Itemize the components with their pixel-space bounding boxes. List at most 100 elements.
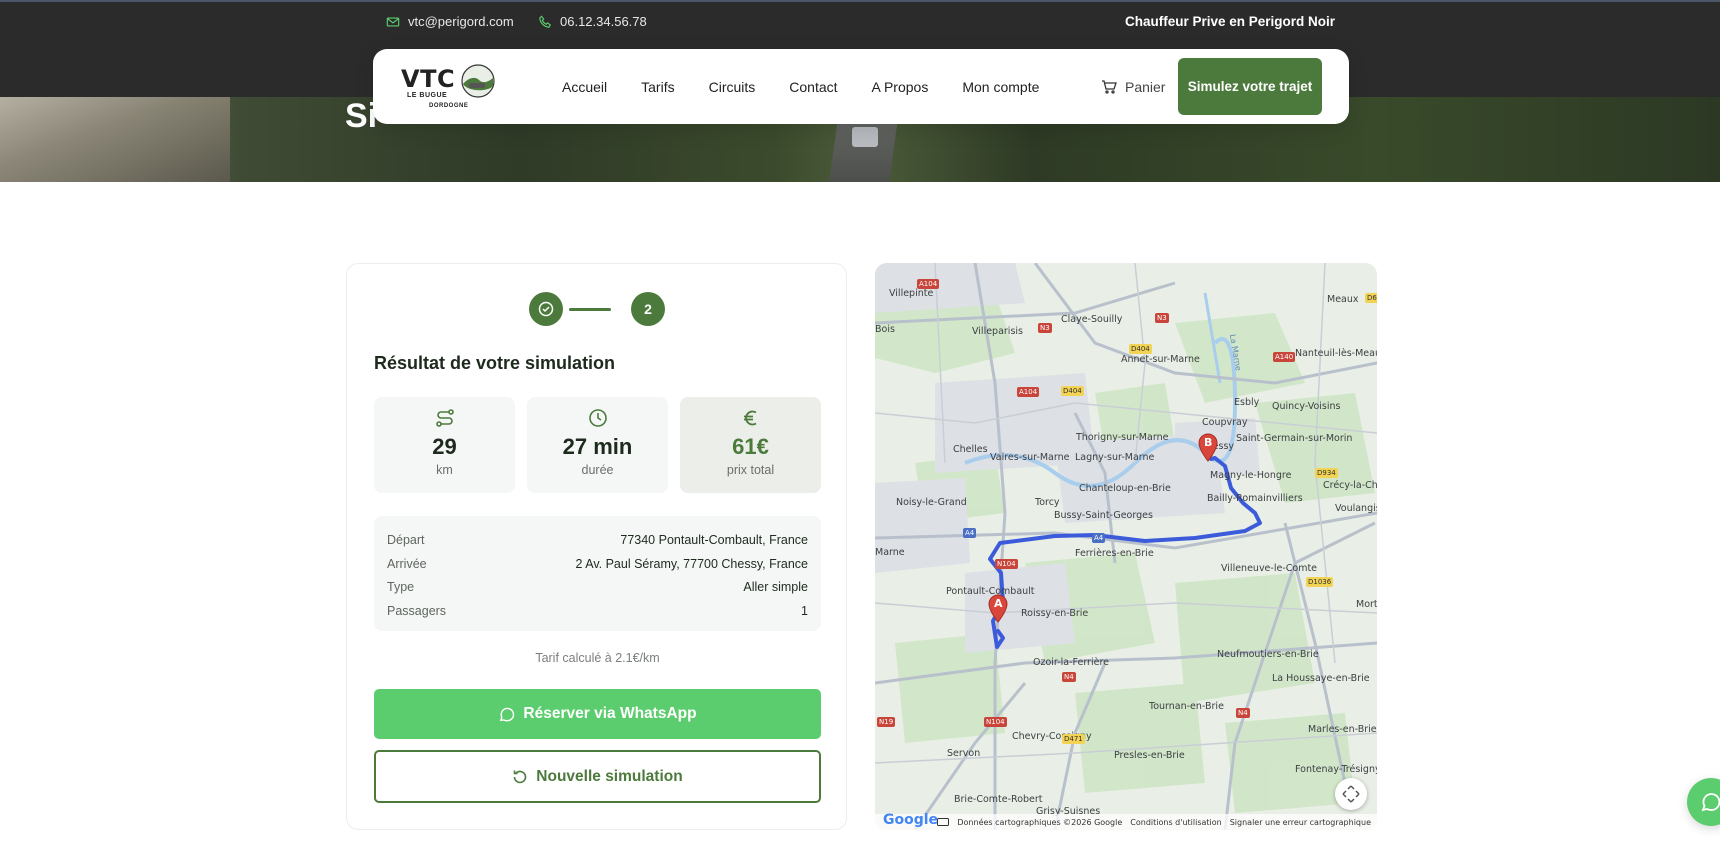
phone-text: 06.12.34.56.78 xyxy=(560,14,647,29)
map-label: Brie-Comte-Robert xyxy=(954,794,1043,805)
map-recenter-button[interactable] xyxy=(1335,778,1367,810)
road-tag: N3 xyxy=(1038,323,1052,333)
chat-button[interactable] xyxy=(1687,778,1720,826)
check-circle-icon xyxy=(538,301,554,317)
map-label: Lagny-sur-Marne xyxy=(1075,452,1155,463)
map-label: Roissy-en-Brie xyxy=(1021,608,1089,619)
road-tag: D6 xyxy=(1365,293,1377,303)
map-label: Vaires-sur-Marne xyxy=(990,452,1070,463)
map-label: Nanteuil-lès-Meaux xyxy=(1295,348,1377,359)
map-label: Ferrières-en-Brie xyxy=(1075,548,1154,559)
result-title: Résultat de votre simulation xyxy=(374,353,616,373)
map-label: Claye-Souilly xyxy=(1061,314,1123,325)
step-2-current: 2 xyxy=(631,292,665,326)
map-label: Tournan-en-Brie xyxy=(1149,701,1224,712)
map-label: Esbly xyxy=(1234,397,1260,408)
detail-value: 1 xyxy=(801,603,808,618)
logo-text: VTC xyxy=(401,65,456,93)
map-label: Presles-en-Brie xyxy=(1114,750,1185,761)
distance-value: 29 xyxy=(432,434,457,459)
road-tag: A4 xyxy=(1092,533,1106,543)
map-label: Quincy-Voisins xyxy=(1272,401,1341,412)
stats-row: 29 km 27 min durée 61€ prix total xyxy=(374,397,821,493)
road-tag: D934 xyxy=(1315,468,1338,478)
road-tag: N4 xyxy=(1236,708,1250,718)
road-tag: A140 xyxy=(1273,352,1296,362)
nav-item-circuits[interactable]: Circuits xyxy=(709,79,756,95)
map-label: La Houssaye-en-Brie xyxy=(1272,673,1370,684)
duration-unit: durée xyxy=(581,463,614,477)
detail-key: Départ xyxy=(387,532,425,547)
road-tag: N19 xyxy=(877,717,896,727)
mail-icon xyxy=(386,16,400,27)
stat-distance: 29 km xyxy=(374,397,515,493)
cart-link[interactable]: Panier xyxy=(1101,49,1165,124)
price-value: 61€ xyxy=(732,434,769,459)
map-label: Chelles xyxy=(953,444,988,455)
detail-key: Passagers xyxy=(387,603,447,618)
road-tag: D1036 xyxy=(1306,577,1334,587)
duration-value: 27 min xyxy=(562,434,633,459)
step-indicator: 2 xyxy=(529,292,665,328)
map-report-link[interactable]: Signaler une erreur cartographique xyxy=(1230,818,1371,827)
road-tag: A104 xyxy=(917,279,940,289)
map-label: Magny-le-Hongre xyxy=(1210,470,1292,481)
detail-value: Aller simple xyxy=(743,580,808,595)
nav-item-a-propos[interactable]: A Propos xyxy=(872,79,929,95)
phone-icon xyxy=(539,14,551,28)
price-unit: prix total xyxy=(726,463,775,477)
detail-row-arrivee: Arrivée 2 Av. Paul Séramy, 77700 Chessy, … xyxy=(387,552,808,576)
keyboard-icon[interactable] xyxy=(937,818,950,826)
map-label: Bussy-Saint-Georges xyxy=(1054,510,1153,521)
email-contact[interactable]: vtc@perigord.com xyxy=(386,14,514,29)
detail-row-passagers: Passagers 1 xyxy=(387,599,808,623)
map-label: Chanteloup-en-Brie xyxy=(1079,483,1171,494)
whatsapp-book-button[interactable]: Réserver via WhatsApp xyxy=(374,689,821,739)
road-tag: A104 xyxy=(1017,387,1040,397)
map-label: Annet-sur-Marne xyxy=(1121,354,1200,365)
map-label: Neufmoutiers-en-Brie xyxy=(1217,649,1319,660)
map-label: Ozoir-la-Ferrière xyxy=(1033,657,1109,668)
marker-a-label: A xyxy=(994,597,1003,610)
simulate-trip-button[interactable]: Simulez votre trajet xyxy=(1178,58,1322,115)
nav-item-mon-compte[interactable]: Mon compte xyxy=(962,79,1039,95)
route-map[interactable]: Villepinte Claye-Souilly Meaux Villepari… xyxy=(875,263,1377,830)
map-label: Servon xyxy=(947,748,981,759)
map-label: Villeneuve-le-Comte xyxy=(1221,563,1318,574)
detail-row-type: Type Aller simple xyxy=(387,575,808,599)
map-terms-link[interactable]: Conditions d'utilisation xyxy=(1130,818,1221,827)
route-icon xyxy=(435,409,454,427)
road-tag: N104 xyxy=(995,559,1018,569)
logo-subtitle: LE BUGUE xyxy=(407,92,448,99)
nav-item-accueil[interactable]: Accueil xyxy=(562,79,607,95)
map-label: Thorigny-sur-Marne xyxy=(1076,432,1169,443)
map-label: Saint-Germain-sur-Morin xyxy=(1236,433,1353,444)
tarif-note: Tarif calculé à 2.1€/km xyxy=(535,651,660,665)
move-arrows-icon xyxy=(1342,785,1360,803)
nav-item-tarifs[interactable]: Tarifs xyxy=(641,79,674,95)
detail-key: Type xyxy=(387,580,415,595)
cart-label: Panier xyxy=(1125,78,1166,95)
nav-item-contact[interactable]: Contact xyxy=(789,79,837,95)
stat-price: 61€ prix total xyxy=(680,397,821,493)
logo-emblem-icon xyxy=(461,64,495,98)
map-label: Coupvray xyxy=(1202,417,1248,428)
road-tag: A4 xyxy=(963,528,977,538)
cart-icon xyxy=(1102,79,1117,94)
google-logo: Google xyxy=(883,812,938,828)
map-label: Torcy xyxy=(1035,497,1060,508)
hero-cliff xyxy=(0,97,230,182)
nav-menu: Accueil Tarifs Circuits Contact A Propos… xyxy=(562,49,1073,124)
simulation-result-card: 2 Résultat de votre simulation 29 km 27 … xyxy=(346,263,847,830)
marker-b-label: B xyxy=(1204,436,1213,449)
clock-icon xyxy=(588,409,607,427)
map-label: Marles-en-Brie xyxy=(1308,724,1377,735)
map-attribution: Données cartographiques ©2026 Google xyxy=(957,817,1123,827)
site-logo[interactable]: VTC LE BUGUE DORDOGNE xyxy=(401,61,501,113)
road-tag: N3 xyxy=(1155,313,1169,323)
map-label: Fontenay-Trésigny xyxy=(1295,764,1377,775)
phone-contact[interactable]: 06.12.34.56.78 xyxy=(538,14,647,29)
road-tag: N104 xyxy=(984,717,1007,727)
road-tag: N4 xyxy=(1062,672,1076,682)
new-simulation-button[interactable]: Nouvelle simulation xyxy=(374,750,821,803)
